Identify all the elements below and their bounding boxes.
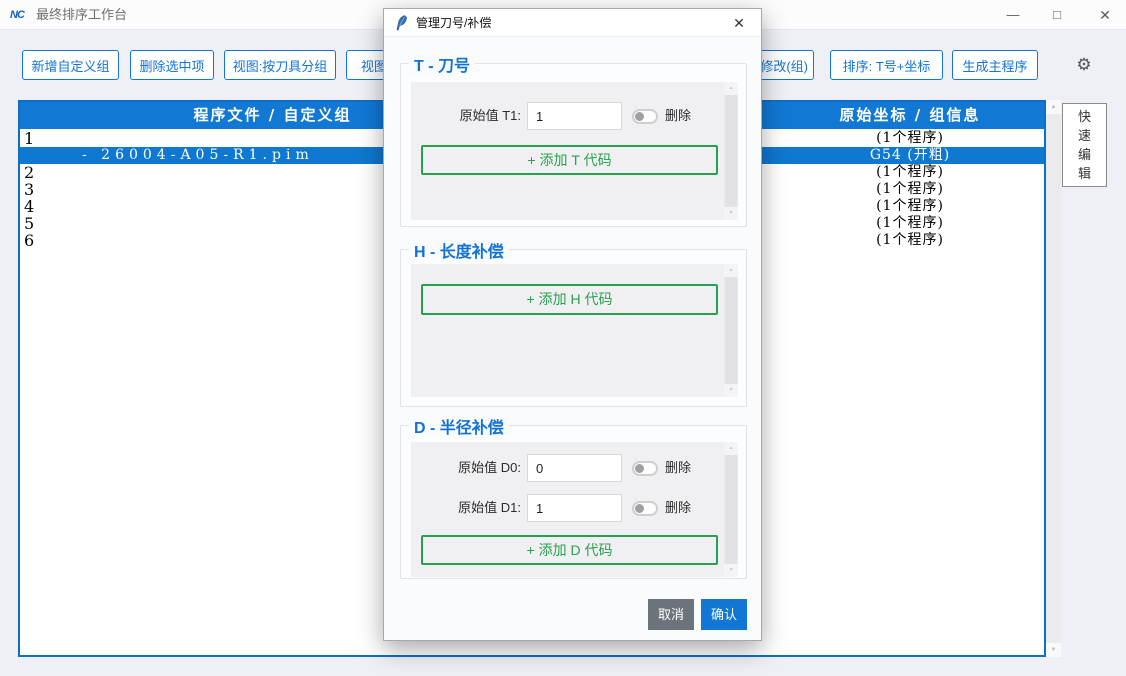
row-info: (1个程序)	[780, 130, 1040, 147]
toggle-knob	[635, 464, 644, 473]
d-list-panel: 原始值 D0: 删除 原始值 D1: 删除 + 添加 D 代码 ▲ ▼	[411, 442, 738, 577]
t1-value-input[interactable]	[527, 102, 622, 130]
sort-by-t-coord-button[interactable]: 排序: T号+坐标	[830, 50, 943, 80]
d0-row: 原始值 D0: 删除	[411, 454, 711, 482]
delete-selected-button[interactable]: 删除选中项	[130, 50, 214, 80]
view-group-by-tool-button[interactable]: 视图:按刀具分组	[224, 50, 336, 80]
quick-edit-button[interactable]: 快 速 编 辑	[1062, 103, 1107, 187]
maximize-button[interactable]: □	[1040, 0, 1074, 30]
h-list-panel: + 添加 H 代码 ▲ ▼	[411, 264, 738, 397]
scrollbar-thumb[interactable]	[725, 95, 737, 207]
dialog-title: 管理刀号/补偿	[416, 9, 491, 37]
app-logo-icon: NC	[10, 7, 28, 23]
table-scrollbar[interactable]: ▲ ▼	[1046, 100, 1061, 657]
add-h-code-button[interactable]: + 添加 H 代码	[421, 284, 718, 315]
section-h-legend: H - 长度补偿	[409, 238, 509, 262]
row-label: 4	[24, 198, 34, 215]
d1-value-input[interactable]	[527, 494, 622, 522]
d1-label: 原始值 D1:	[411, 494, 521, 522]
manage-tool-dialog: 管理刀号/补偿 ✕ T - 刀号 原始值 T1: 删除 + 添加 T 代码 ▲ …	[383, 8, 762, 641]
row-info: (1个程序)	[780, 164, 1040, 181]
row-label: 3	[24, 181, 34, 198]
scroll-down-icon[interactable]: ▼	[724, 207, 738, 220]
row-info: (1个程序)	[780, 215, 1040, 232]
scroll-down-icon[interactable]: ▼	[1046, 643, 1061, 657]
scroll-down-icon[interactable]: ▼	[724, 564, 738, 577]
generate-main-program-button[interactable]: 生成主程序	[952, 50, 1038, 80]
scroll-up-icon[interactable]: ▲	[724, 82, 738, 95]
t-list-panel: 原始值 T1: 删除 + 添加 T 代码 ▲ ▼	[411, 82, 738, 220]
row-info: (1个程序)	[780, 232, 1040, 249]
window-title: 最终排序工作台	[36, 0, 127, 30]
feather-icon	[395, 15, 409, 31]
scrollbar-thumb[interactable]	[725, 277, 737, 384]
minimize-button[interactable]: —	[996, 0, 1030, 30]
add-t-code-button[interactable]: + 添加 T 代码	[421, 145, 718, 175]
d0-value-input[interactable]	[527, 454, 622, 482]
dialog-titlebar: 管理刀号/补偿 ✕	[384, 9, 761, 37]
row-info: (1个程序)	[780, 181, 1040, 198]
d0-delete-label: 删除	[665, 454, 691, 482]
section-h-length-comp: H - 长度补偿 + 添加 H 代码 ▲ ▼	[400, 249, 747, 407]
d1-row: 原始值 D1: 删除	[411, 494, 711, 522]
d1-delete-toggle[interactable]	[632, 501, 658, 516]
row-label: - 26004-A05-R1.pim	[82, 147, 314, 164]
row-label: 2	[24, 164, 34, 181]
row-label: 6	[24, 232, 34, 249]
row-label: 1	[24, 130, 34, 147]
toggle-knob	[635, 504, 644, 513]
cancel-button[interactable]: 取消	[648, 599, 694, 630]
confirm-button[interactable]: 确认	[701, 599, 747, 630]
gear-icon[interactable]: ⚙	[1073, 54, 1095, 76]
t1-row: 原始值 T1: 删除	[411, 102, 711, 130]
d-panel-scrollbar[interactable]: ▲ ▼	[724, 442, 738, 577]
section-t-legend: T - 刀号	[409, 52, 475, 76]
quick-edit-label: 快 速 编 辑	[1063, 107, 1106, 183]
scroll-up-icon[interactable]: ▲	[1046, 100, 1061, 114]
d0-label: 原始值 D0:	[411, 454, 521, 482]
scrollbar-thumb[interactable]	[725, 455, 737, 564]
close-button[interactable]: ✕	[1088, 0, 1122, 30]
row-info: (1个程序)	[780, 198, 1040, 215]
add-custom-group-button[interactable]: 新增自定义组	[22, 50, 119, 80]
t1-delete-toggle[interactable]	[632, 109, 658, 124]
t-panel-scrollbar[interactable]: ▲ ▼	[724, 82, 738, 220]
h-panel-scrollbar[interactable]: ▲ ▼	[724, 264, 738, 397]
add-d-code-button[interactable]: + 添加 D 代码	[421, 535, 718, 565]
scroll-up-icon[interactable]: ▲	[724, 264, 738, 277]
section-t-tool-number: T - 刀号 原始值 T1: 删除 + 添加 T 代码 ▲ ▼	[400, 63, 747, 227]
column-header-coord-info[interactable]: 原始坐标 / 组信息	[780, 102, 1040, 129]
section-d-legend: D - 半径补偿	[409, 414, 509, 438]
d1-delete-label: 删除	[665, 494, 691, 522]
row-label: 5	[24, 215, 34, 232]
scroll-down-icon[interactable]: ▼	[724, 384, 738, 397]
row-info: G54 (开粗)	[780, 147, 1040, 164]
section-d-radius-comp: D - 半径补偿 原始值 D0: 删除 原始值 D1: 删除 + 添加 D 代码…	[400, 425, 747, 579]
scroll-up-icon[interactable]: ▲	[724, 442, 738, 455]
t1-delete-label: 删除	[665, 102, 691, 130]
dialog-close-icon[interactable]: ✕	[723, 9, 755, 37]
d0-delete-toggle[interactable]	[632, 461, 658, 476]
app-window: NC 最终排序工作台 — □ ✕ 新增自定义组 删除选中项 视图:按刀具分组 视…	[0, 0, 1126, 676]
t1-label: 原始值 T1:	[411, 102, 521, 130]
toggle-knob	[635, 112, 644, 121]
